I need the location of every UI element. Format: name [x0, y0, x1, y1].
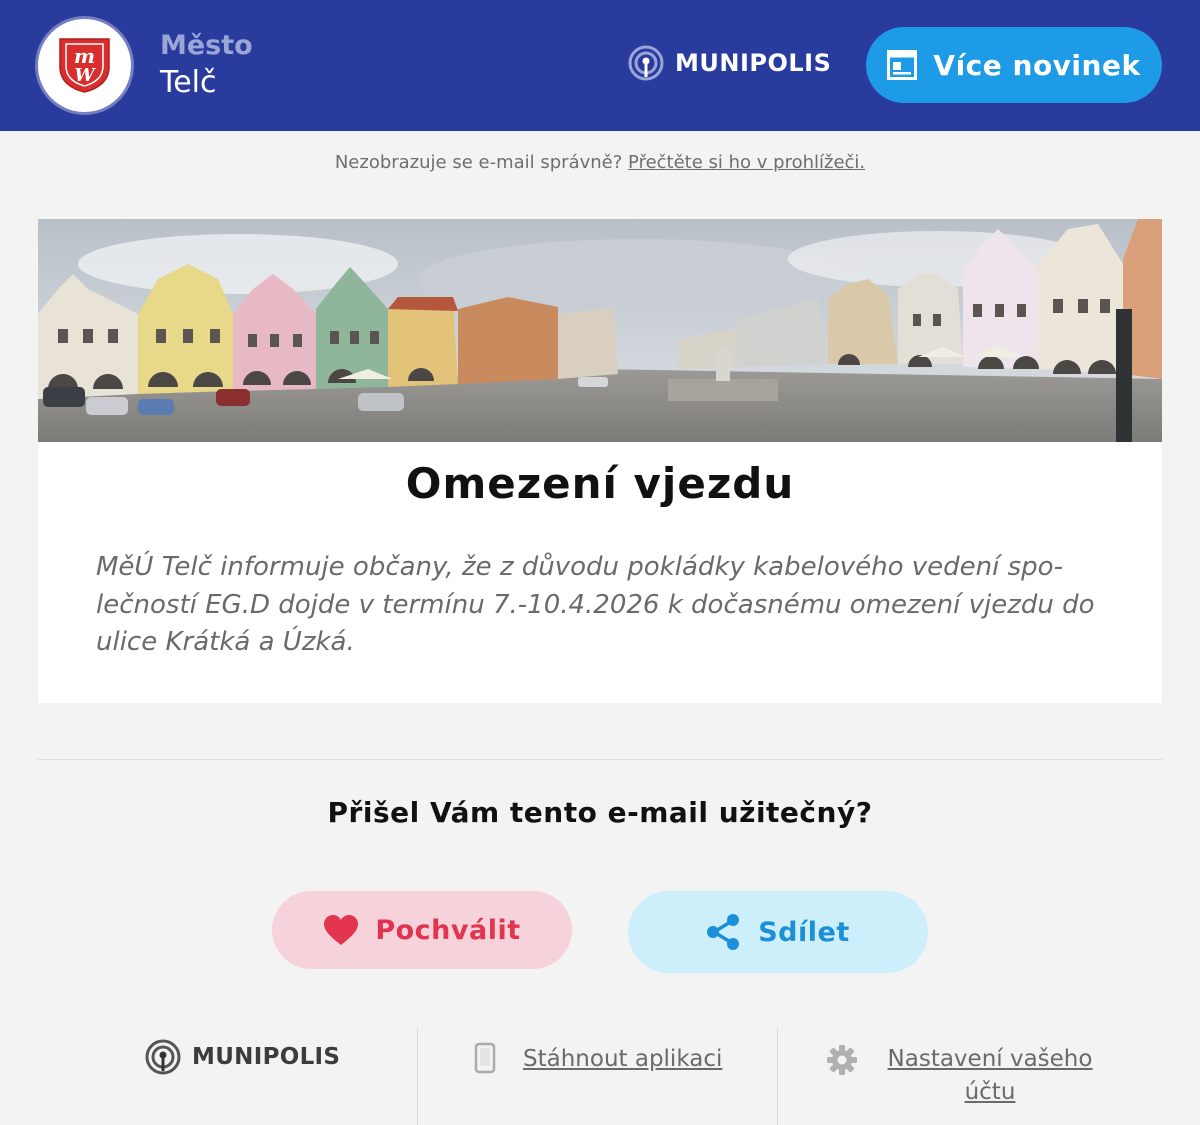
article-title: Omezení vjezdu — [405, 459, 795, 508]
account-settings-line2: účtu — [964, 1079, 1016, 1105]
share-button[interactable]: Sdílet — [628, 891, 928, 973]
munipolis-logo[interactable]: MUNIPOLIS — [627, 44, 831, 82]
account-settings-link[interactable]: Nastavení vašeho účtu — [885, 1043, 1095, 1109]
header: m W Město Telč MUNIPOLIS Více novinek — [0, 0, 1200, 131]
banner-image — [38, 219, 1162, 442]
view-in-browser-notice: Nezobrazuje se e-mail správně? Přečtěte … — [0, 152, 1200, 173]
city-logo[interactable]: m W — [38, 19, 131, 112]
phone-icon — [474, 1042, 496, 1074]
article-card: Omezení vjezdu MěÚ Telč informuje občany… — [38, 219, 1162, 703]
share-icon — [707, 914, 740, 950]
footer-separator — [417, 1028, 418, 1125]
share-label: Sdílet — [758, 916, 850, 948]
munipolis-icon — [145, 1039, 181, 1075]
munipolis-icon — [628, 45, 664, 81]
divider — [38, 759, 1162, 760]
munipolis-brand-text: MUNIPOLIS — [675, 49, 832, 77]
newspaper-icon — [887, 50, 918, 80]
praise-button[interactable]: Pochválit — [272, 891, 572, 969]
city-label: Město — [160, 30, 253, 61]
notice-text: Nezobrazuje se e-mail správně? — [334, 152, 623, 173]
coat-of-arms-icon: m W — [59, 38, 110, 93]
more-news-label: Více novinek — [933, 48, 1141, 82]
gear-icon — [827, 1045, 857, 1075]
city-name: Telč — [160, 65, 217, 100]
feedback-question: Přišel Vám tento e-mail užitečný? — [327, 796, 873, 829]
view-in-browser-link[interactable]: Přečtěte si ho v prohlížeči. — [628, 152, 865, 173]
more-news-button[interactable]: Více novinek — [866, 27, 1162, 103]
article-body: MěÚ Telč informuje občany, že z důvodu p… — [96, 552, 1095, 657]
heart-icon — [324, 915, 359, 945]
footer-brand-text: MUNIPOLIS — [192, 1044, 341, 1070]
footer-separator — [777, 1028, 778, 1125]
download-app-link[interactable]: Stáhnout aplikaci — [523, 1043, 722, 1076]
svg-text:W: W — [74, 65, 96, 86]
footer-munipolis-logo[interactable]: MUNIPOLIS — [144, 1038, 340, 1076]
praise-label: Pochválit — [375, 914, 521, 946]
account-settings-line1: Nastavení vašeho — [887, 1046, 1093, 1072]
